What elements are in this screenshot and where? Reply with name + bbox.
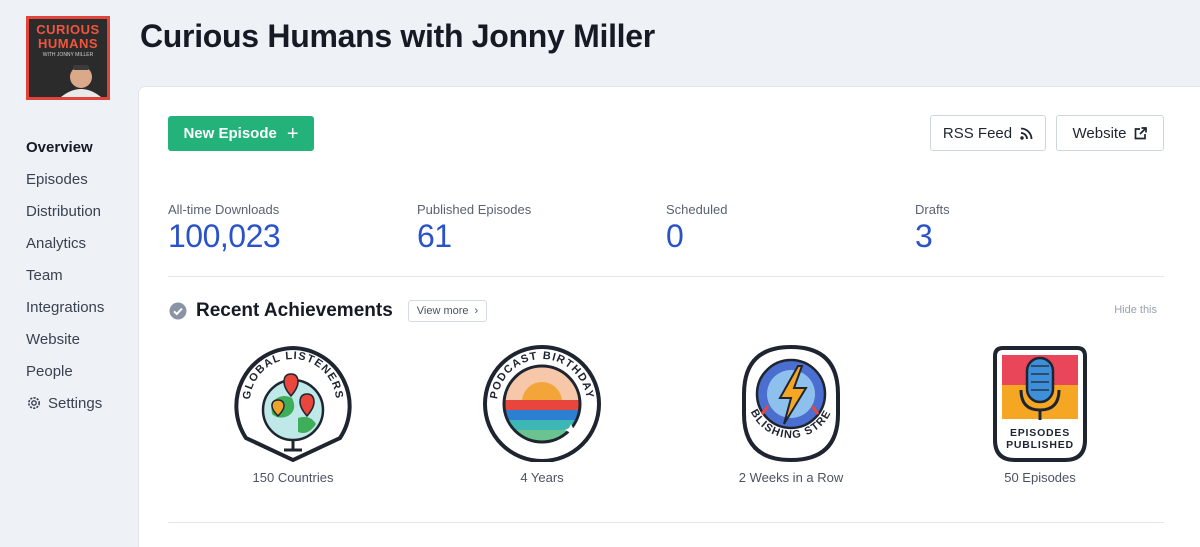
stat-value: 3	[915, 218, 933, 254]
hide-achievements-link[interactable]: Hide this	[1114, 304, 1157, 316]
sidebar-item-settings[interactable]: Settings	[26, 387, 136, 419]
badge-text-line2: PUBLISHED	[1006, 439, 1074, 451]
overview-panel: New Episode + RSS Feed Website All-time …	[139, 87, 1200, 547]
rss-feed-button[interactable]: RSS Feed	[930, 115, 1046, 151]
sidebar-item-label: Episodes	[26, 170, 88, 188]
lightning-badge-icon: PUBLISHING STREAK	[726, 344, 840, 462]
cover-subtitle: WITH JONNY MILLER	[42, 52, 94, 58]
sidebar-item-website[interactable]: Website	[26, 323, 136, 355]
website-label: Website	[1072, 124, 1127, 142]
website-button[interactable]: Website	[1056, 115, 1164, 151]
badge-caption: 2 Weeks in a Row	[738, 470, 844, 485]
sidebar-item-analytics[interactable]: Analytics	[26, 227, 136, 259]
stat-published-episodes: Published Episodes 61	[417, 202, 531, 255]
microphone-badge-icon: EPISODES PUBLISHED	[993, 346, 1087, 462]
badge-caption: 4 Years	[520, 470, 564, 485]
stat-value: 61	[417, 218, 452, 254]
badge-caption: 150 Countries	[252, 470, 334, 485]
new-episode-label: New Episode	[183, 125, 277, 142]
sidebar-item-label: Website	[26, 330, 80, 348]
achievement-badge-podcast-birthday[interactable]: PODCAST BIRTHDAY 4 Years	[452, 344, 632, 485]
chevron-right-icon: ›	[474, 305, 479, 317]
sunset-badge-icon: PODCAST BIRTHDAY	[483, 345, 601, 462]
view-more-label: View more	[416, 305, 469, 317]
stat-label: Scheduled	[666, 202, 728, 217]
achievements-divider	[168, 522, 1164, 523]
sidebar-item-label: Analytics	[26, 234, 87, 252]
sidebar-item-overview[interactable]: Overview	[26, 131, 136, 163]
new-episode-button[interactable]: New Episode +	[168, 116, 314, 151]
stat-value: 100,023	[168, 218, 281, 254]
achievement-badge-publishing-streak[interactable]: PUBLISHING STREAK 2 Weeks in a Row	[701, 344, 881, 485]
globe-badge-icon: GLOBAL LISTENERS	[234, 345, 352, 462]
external-link-icon	[1135, 126, 1148, 139]
rss-icon	[1020, 127, 1033, 140]
sidebar-item-label: Overview	[26, 138, 93, 156]
gear-icon	[28, 397, 40, 409]
sidebar-item-people[interactable]: People	[26, 355, 136, 387]
view-more-button[interactable]: View more ›	[407, 300, 488, 322]
stats-divider	[168, 276, 1164, 277]
cover-title-line1: CURIOUS	[36, 22, 100, 37]
achievement-badge-episodes-published[interactable]: EPISODES PUBLISHED 50 Episodes	[950, 344, 1130, 485]
badge-caption: 50 Episodes	[1004, 470, 1076, 485]
sidebar-item-label: Settings	[48, 394, 103, 412]
sidebar-item-label: Distribution	[26, 202, 102, 220]
podcast-cover-image: CURIOUS HUMANS WITH JONNY MILLER	[26, 16, 110, 100]
sidebar-item-integrations[interactable]: Integrations	[26, 291, 136, 323]
stat-label: Drafts	[915, 202, 950, 217]
stat-label: All-time Downloads	[168, 202, 280, 217]
achievements-header: Recent Achievements View more ›	[169, 300, 488, 322]
sidebar-nav: Overview Episodes Distribution Analytics…	[26, 131, 136, 419]
stat-drafts: Drafts 3	[915, 202, 950, 255]
sidebar-item-episodes[interactable]: Episodes	[26, 163, 136, 195]
sidebar-item-team[interactable]: Team	[26, 259, 136, 291]
check-badge-icon	[169, 302, 187, 320]
achievement-badge-global-listeners[interactable]: GLOBAL LISTENERS 150 Countries	[203, 344, 383, 485]
sidebar-item-label: People	[26, 362, 73, 380]
achievements-title: Recent Achievements	[196, 300, 393, 321]
stat-value: 0	[666, 218, 684, 254]
badge-text-line1: EPISODES	[1010, 427, 1070, 439]
cover-title-line2: HUMANS	[37, 36, 99, 51]
stat-all-time-downloads: All-time Downloads 100,023	[168, 202, 281, 255]
rss-feed-label: RSS Feed	[942, 124, 1013, 142]
stat-label: Published Episodes	[417, 202, 532, 217]
stat-scheduled: Scheduled 0	[666, 202, 727, 255]
sidebar-item-distribution[interactable]: Distribution	[26, 195, 136, 227]
sidebar-item-label: Team	[26, 266, 63, 284]
plus-icon: +	[286, 122, 299, 145]
sidebar-item-label: Integrations	[26, 298, 105, 316]
page-title: Curious Humans with Jonny Miller	[140, 18, 655, 54]
